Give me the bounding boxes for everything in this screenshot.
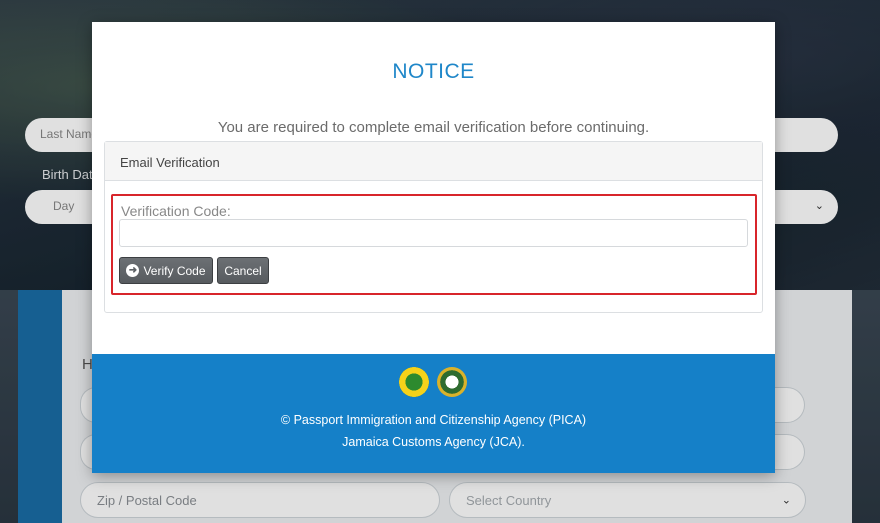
verification-code-label: Verification Code: bbox=[121, 203, 231, 219]
cancel-label: Cancel bbox=[224, 263, 262, 278]
arrow-right-circle-icon: ➜ bbox=[126, 264, 140, 277]
modal-footer: © Passport Immigration and Citizenship A… bbox=[92, 354, 775, 473]
footer-copyright: © Passport Immigration and Citizenship A… bbox=[280, 413, 587, 427]
pica-seal-icon bbox=[399, 367, 429, 397]
footer-agency: Jamaica Customs Agency (JCA). bbox=[342, 435, 525, 449]
cancel-button[interactable]: Cancel bbox=[217, 257, 269, 284]
notice-modal: NOTICE You are required to complete emai… bbox=[92, 22, 775, 473]
verify-code-button[interactable]: ➜ Verify Code bbox=[119, 257, 213, 284]
verification-code-input[interactable] bbox=[119, 219, 748, 247]
jca-seal-icon bbox=[437, 367, 467, 397]
verify-code-label: Verify Code bbox=[143, 263, 206, 278]
panel-header: Email Verification bbox=[105, 142, 762, 181]
modal-title: NOTICE bbox=[392, 60, 475, 83]
modal-message: You are required to complete email verif… bbox=[217, 119, 650, 136]
